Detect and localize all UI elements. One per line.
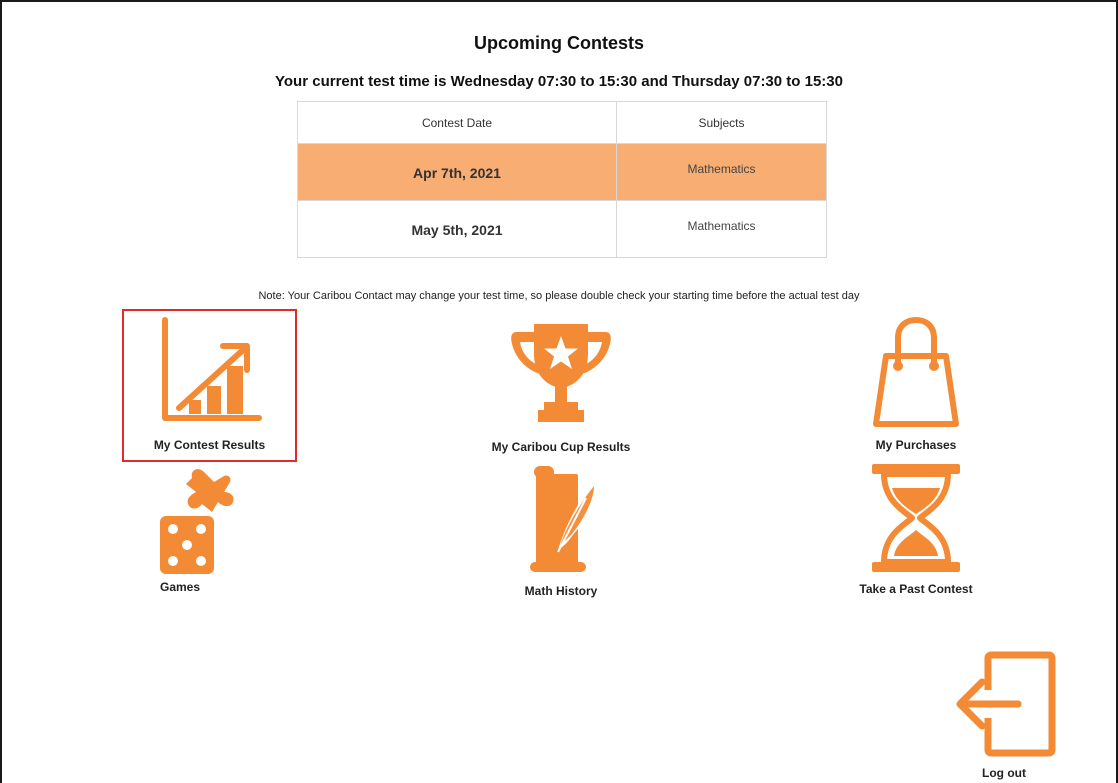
math-history-tile[interactable]: Math History (486, 464, 636, 598)
test-time-subtitle: Your current test time is Wednesday 07:3… (275, 73, 843, 90)
table-header-row: Contest Date Subjects (297, 101, 827, 144)
games-tile[interactable]: Games (120, 466, 240, 594)
my-caribou-cup-results-tile[interactable]: My Caribou Cup Results (466, 320, 656, 454)
logout-tile[interactable]: Log out (948, 650, 1060, 780)
my-contest-results-tile[interactable]: My Contest Results (126, 316, 293, 452)
subjects-header: Subjects (616, 101, 827, 144)
trophy-icon (511, 324, 611, 422)
growth-chart-icon (161, 317, 262, 421)
shopping-bag-icon (873, 317, 959, 427)
contests-table: Contest Date Subjects Apr 7th, 2021 Math… (297, 101, 827, 258)
my-caribou-cup-results-label: My Caribou Cup Results (491, 440, 631, 454)
table-row: Apr 7th, 2021 Mathematics (297, 143, 827, 201)
take-past-contest-label: Take a Past Contest (859, 582, 973, 596)
subjects-cell: Mathematics (616, 200, 827, 258)
math-history-label: Math History (524, 584, 598, 598)
logout-icon (956, 651, 1056, 757)
contest-date-header: Contest Date (297, 101, 617, 144)
page-title: Upcoming Contests (473, 33, 644, 53)
test-time-note: Note: Your Caribou Contact may change yo… (258, 290, 860, 302)
subjects-cell: Mathematics (616, 143, 827, 201)
table-row: May 5th, 2021 Mathematics (297, 200, 827, 258)
my-contest-results-label: My Contest Results (153, 438, 266, 452)
contest-date-cell: Apr 7th, 2021 (297, 143, 617, 201)
dice-puzzle-icon (160, 469, 234, 574)
games-label: Games (159, 580, 201, 594)
hourglass-icon (872, 464, 960, 572)
contest-date-cell: May 5th, 2021 (297, 200, 617, 258)
logout-label: Log out (982, 766, 1026, 780)
take-past-contest-tile[interactable]: Take a Past Contest (836, 462, 996, 596)
my-purchases-label: My Purchases (875, 438, 957, 452)
my-purchases-tile[interactable]: My Purchases (826, 316, 1006, 452)
scroll-quill-icon (530, 466, 597, 572)
